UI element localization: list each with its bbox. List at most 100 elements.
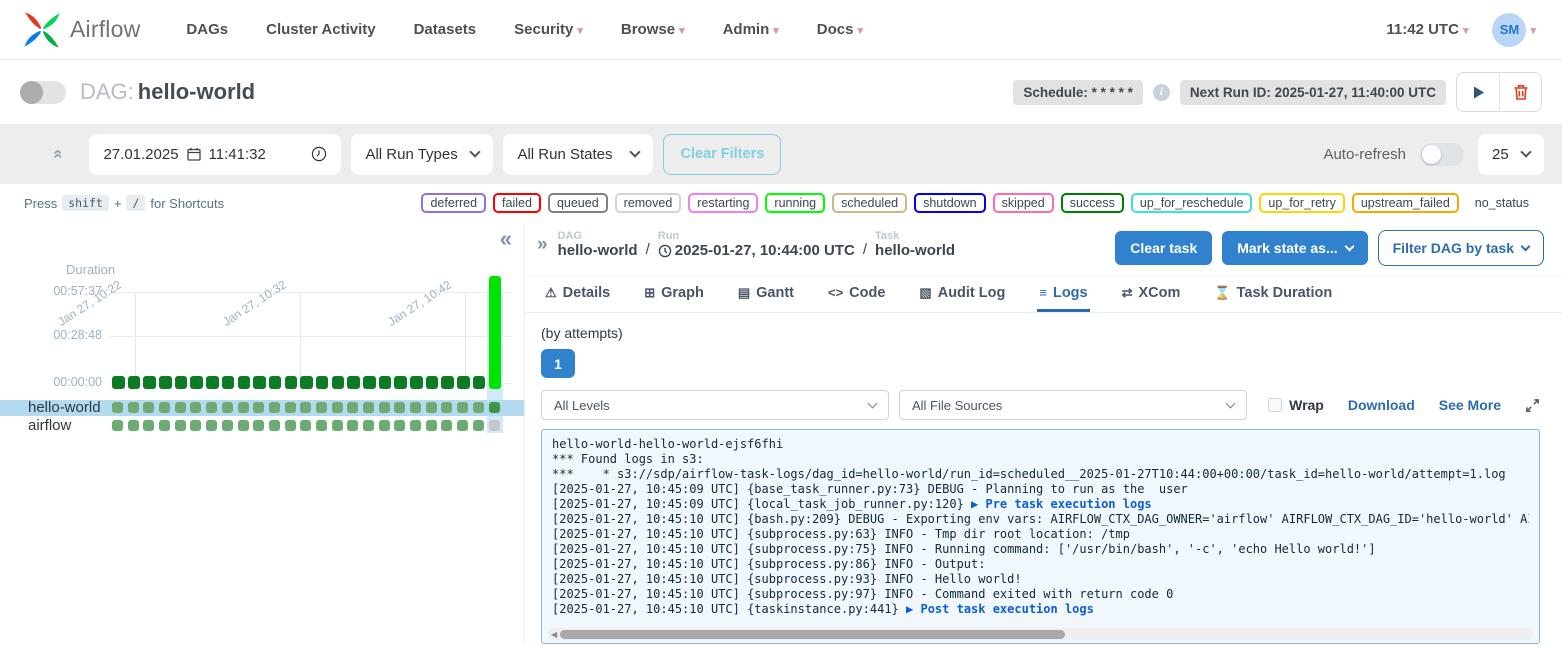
task-instance-square-success[interactable] bbox=[363, 420, 374, 431]
task-instance-square-success[interactable] bbox=[285, 402, 296, 413]
task-instance-square-success[interactable] bbox=[473, 420, 484, 431]
status-badge-removed[interactable]: removed bbox=[615, 193, 682, 213]
dag-run-square[interactable] bbox=[112, 376, 125, 389]
log-horizontal-scrollbar[interactable]: ◀ bbox=[548, 628, 1533, 640]
fullscreen-button[interactable] bbox=[1525, 398, 1540, 413]
task-instance-square-success[interactable] bbox=[316, 402, 327, 413]
tab-xcom[interactable]: ⇄XCom bbox=[1120, 276, 1183, 312]
file-sources-select[interactable]: All File Sources bbox=[899, 390, 1247, 420]
dag-run-square[interactable] bbox=[175, 376, 188, 389]
dag-run-square[interactable] bbox=[457, 376, 470, 389]
task-instance-square-no_status[interactable] bbox=[489, 420, 500, 431]
dag-run-square[interactable] bbox=[410, 376, 423, 389]
page-size-select[interactable]: 25 bbox=[1478, 134, 1544, 175]
task-instance-square-success[interactable] bbox=[238, 402, 249, 413]
task-instance-square-success[interactable] bbox=[269, 420, 280, 431]
dag-run-square[interactable] bbox=[143, 376, 156, 389]
dag-run-square[interactable] bbox=[190, 376, 203, 389]
nav-item-datasets[interactable]: Datasets bbox=[414, 21, 477, 38]
status-badge-deferred[interactable]: deferred bbox=[421, 193, 486, 213]
nav-item-docs[interactable]: Docs▾ bbox=[817, 21, 863, 38]
task-instance-square-success[interactable] bbox=[128, 402, 139, 413]
task-instance-square-success[interactable] bbox=[379, 420, 390, 431]
log-group-link[interactable]: ▶ Post task execution logs bbox=[906, 602, 1094, 616]
breadcrumb-dag-value[interactable]: hello-world bbox=[558, 242, 638, 259]
dag-run-square[interactable] bbox=[269, 376, 282, 389]
task-instance-square-success[interactable] bbox=[300, 420, 311, 431]
task-instance-square-success[interactable] bbox=[394, 402, 405, 413]
log-group-link[interactable]: ▶ Pre task execution logs bbox=[971, 497, 1152, 511]
status-badge-shutdown[interactable]: shutdown bbox=[914, 193, 986, 213]
see-more-link[interactable]: See More bbox=[1439, 397, 1501, 413]
dag-run-square[interactable] bbox=[316, 376, 329, 389]
task-instance-square-success[interactable] bbox=[316, 420, 327, 431]
run-states-select[interactable]: All Run States bbox=[503, 134, 653, 175]
dag-run-square[interactable] bbox=[285, 376, 298, 389]
task-instance-square-success[interactable] bbox=[175, 402, 186, 413]
task-instance-square-success[interactable] bbox=[347, 420, 358, 431]
status-badge-failed[interactable]: failed bbox=[493, 193, 541, 213]
tab-code[interactable]: <>Code bbox=[826, 276, 887, 312]
dag-run-square[interactable] bbox=[128, 376, 141, 389]
task-row-hello-world[interactable]: hello-world bbox=[0, 400, 524, 416]
task-instance-square-success[interactable] bbox=[269, 402, 280, 413]
task-instance-square-success[interactable] bbox=[426, 402, 437, 413]
dag-run-square[interactable] bbox=[441, 376, 454, 389]
delete-dag-button[interactable] bbox=[1499, 73, 1541, 111]
status-badge-upstream-failed[interactable]: upstream_failed bbox=[1352, 193, 1459, 213]
tab-task-duration[interactable]: ⌛Task Duration bbox=[1212, 276, 1334, 312]
dag-run-square[interactable] bbox=[473, 376, 486, 389]
status-badge-queued[interactable]: queued bbox=[548, 193, 608, 213]
airflow-brand[interactable]: Airflow bbox=[22, 10, 140, 50]
nav-item-cluster-activity[interactable]: Cluster Activity bbox=[266, 21, 375, 38]
task-instance-square-success[interactable] bbox=[222, 402, 233, 413]
clear-filters-button[interactable]: Clear Filters bbox=[663, 134, 781, 175]
dag-run-square[interactable] bbox=[426, 376, 439, 389]
task-instance-square-success[interactable] bbox=[285, 420, 296, 431]
task-instance-square-success[interactable] bbox=[175, 420, 186, 431]
tab-graph[interactable]: ⊞Graph bbox=[642, 276, 706, 312]
dag-run-square[interactable] bbox=[347, 376, 360, 389]
status-badge-success[interactable]: success bbox=[1061, 193, 1124, 213]
task-instance-square-success[interactable] bbox=[143, 420, 154, 431]
task-instance-square-success[interactable] bbox=[112, 402, 123, 413]
wrap-control[interactable]: Wrap bbox=[1268, 397, 1324, 413]
scroll-left-arrow-icon[interactable]: ◀ bbox=[548, 630, 560, 639]
task-instance-square-success[interactable] bbox=[379, 402, 390, 413]
task-instance-square-success[interactable] bbox=[128, 420, 139, 431]
dag-run-square[interactable] bbox=[363, 376, 376, 389]
status-badge-running[interactable]: running bbox=[765, 193, 825, 213]
task-instance-square-success[interactable] bbox=[159, 402, 170, 413]
wrap-checkbox[interactable] bbox=[1268, 398, 1282, 412]
task-instance-square-success[interactable] bbox=[410, 420, 421, 431]
task-instance-square-success[interactable] bbox=[394, 420, 405, 431]
dag-run-square[interactable] bbox=[238, 376, 251, 389]
task-instance-square-success[interactable] bbox=[253, 420, 264, 431]
download-link[interactable]: Download bbox=[1348, 397, 1415, 413]
dag-run-square[interactable] bbox=[379, 376, 392, 389]
dag-run-square[interactable] bbox=[332, 376, 345, 389]
task-instance-square-success[interactable] bbox=[190, 402, 201, 413]
task-instance-square-success[interactable] bbox=[190, 420, 201, 431]
log-levels-select[interactable]: All Levels bbox=[541, 390, 889, 420]
filter-dag-by-task-button[interactable]: Filter DAG by task bbox=[1378, 230, 1544, 266]
info-icon[interactable]: i bbox=[1153, 84, 1170, 101]
task-instance-square-success[interactable] bbox=[112, 420, 123, 431]
task-instance-square-success[interactable] bbox=[473, 402, 484, 413]
dag-run-square[interactable] bbox=[222, 376, 235, 389]
timezone-menu[interactable]: 11:42 UTC ▾ bbox=[1386, 21, 1468, 38]
task-instance-square-success[interactable] bbox=[457, 402, 468, 413]
task-instance-square-success[interactable] bbox=[238, 420, 249, 431]
task-instance-square-success[interactable] bbox=[253, 402, 264, 413]
task-instance-square-success[interactable] bbox=[441, 420, 452, 431]
status-badge-scheduled[interactable]: scheduled bbox=[832, 193, 907, 213]
task-instance-square-success[interactable] bbox=[457, 420, 468, 431]
tab-logs[interactable]: ≡Logs bbox=[1037, 276, 1089, 312]
task-instance-square-success[interactable] bbox=[222, 420, 233, 431]
task-instance-square-success[interactable] bbox=[300, 402, 311, 413]
tab-details[interactable]: ⚠Details bbox=[543, 276, 612, 312]
nav-item-dags[interactable]: DAGs bbox=[186, 21, 228, 38]
nav-item-browse[interactable]: Browse▾ bbox=[621, 21, 685, 38]
task-instance-square-success[interactable] bbox=[332, 420, 343, 431]
dag-run-bar-running[interactable] bbox=[489, 276, 502, 389]
